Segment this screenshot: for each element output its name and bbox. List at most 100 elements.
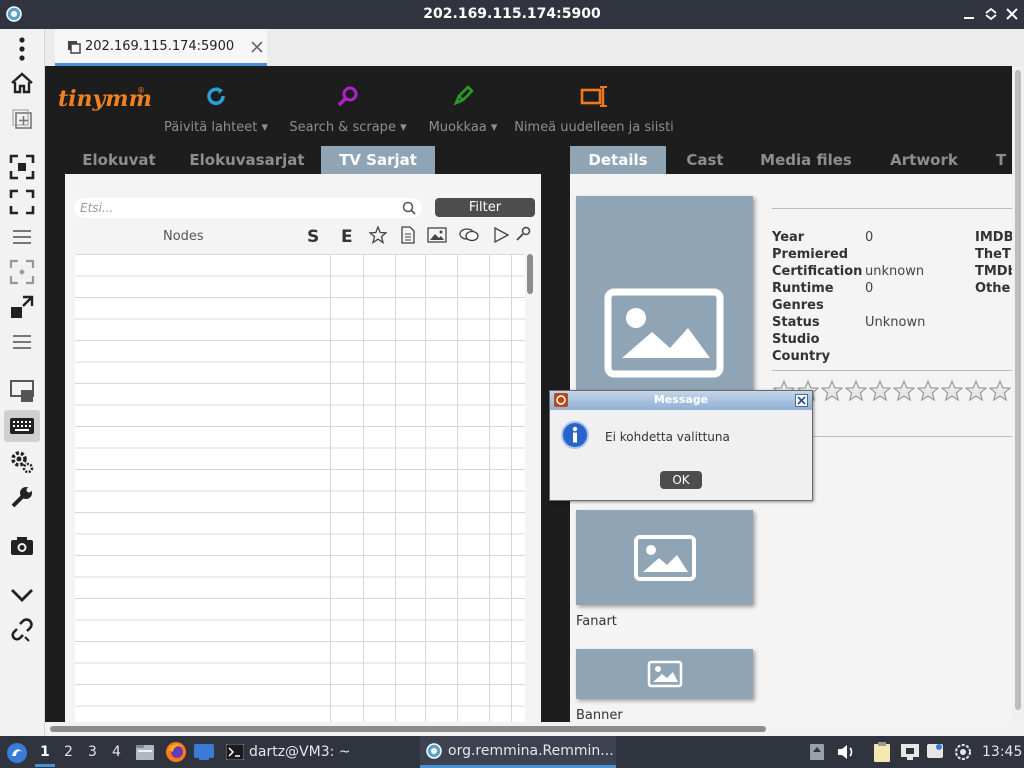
rating-star-icon[interactable] [917, 380, 939, 402]
dynamic-resolution-icon[interactable] [4, 256, 40, 288]
workspace-4[interactable]: 4 [112, 744, 121, 760]
workspace-2[interactable]: 2 [64, 744, 73, 760]
remote-vertical-scrollbar[interactable] [1012, 66, 1024, 722]
rating-star-icon[interactable] [989, 380, 1011, 402]
rename-cleanup-label: Nimeä uudelleen ja siisti [514, 120, 674, 135]
terminal-task[interactable]: dartz@VM3: ~ [220, 736, 410, 768]
search-scrape-button[interactable]: Search & scrape ▾ [285, 84, 411, 135]
remmina-toolbar [0, 29, 45, 736]
subtitles-speech-icon[interactable] [459, 227, 479, 243]
screenshot-camera-icon[interactable] [4, 530, 40, 562]
refresh-sources-button[interactable]: Päivitä lahteet ▾ [158, 84, 274, 135]
desktop-icon[interactable] [193, 743, 215, 761]
wrench-column-icon[interactable] [515, 226, 531, 242]
tab-truncated[interactable]: T [991, 146, 1011, 174]
volume-icon[interactable] [836, 743, 856, 761]
remote-horizontal-scrollbar-thumb[interactable] [50, 726, 766, 732]
artwork-image-icon[interactable] [427, 227, 447, 243]
remote-desktop-view[interactable]: tinymm ® Päivitä lahteet ▾ Search & scra… [45, 66, 1024, 722]
rating-star-icon[interactable] [369, 226, 387, 244]
tab-tv-shows[interactable]: TV Sarjat [321, 146, 435, 174]
rename-cleanup-button[interactable]: Nimeä uudelleen ja siisti [513, 84, 675, 135]
rating-star-icon[interactable] [941, 380, 963, 402]
menu-dots-icon[interactable] [4, 33, 40, 65]
dialog-close-icon[interactable] [795, 394, 808, 407]
rating-star-icon[interactable] [869, 380, 891, 402]
notification-icon[interactable] [926, 743, 944, 761]
tv-show-tree-table[interactable] [75, 254, 525, 722]
field-label: Studio [772, 332, 820, 347]
search-input[interactable]: Etsi... [74, 198, 422, 218]
tools-wrench-icon[interactable] [4, 481, 40, 513]
disconnect-icon[interactable] [4, 614, 40, 646]
field-label: Country [772, 349, 831, 364]
poster-placeholder[interactable] [576, 196, 753, 396]
tv-show-list-panel: Etsi... Filter Nodes S E [65, 174, 541, 722]
taskbar: 1 2 3 4 dartz@VM3: ~ org.remmina.Remmin.… [0, 736, 1024, 768]
tab-cast[interactable]: Cast [675, 146, 735, 174]
remote-horizontal-scrollbar[interactable] [45, 722, 1024, 736]
connection-tab[interactable]: 202.169.115.174:5900 [55, 29, 267, 66]
menu-lines-icon-2[interactable] [4, 326, 40, 358]
window-title: 202.169.115.174:5900 [423, 6, 601, 22]
workspace-3[interactable]: 3 [88, 744, 97, 760]
search-icon [337, 86, 358, 107]
nodes-column-header[interactable]: Nodes [163, 229, 204, 244]
file-manager-icon[interactable] [135, 742, 155, 762]
scaled-mode-icon[interactable] [4, 291, 40, 323]
menu-lines-icon[interactable] [4, 221, 40, 253]
field-label: Status [772, 315, 820, 330]
preferences-icon[interactable] [4, 446, 40, 478]
field-label: Runtime [772, 281, 834, 296]
episode-column-header[interactable]: E [341, 227, 353, 247]
ok-button[interactable]: OK [660, 471, 702, 489]
keyboard-grab-icon[interactable] [4, 410, 40, 442]
play-trailer-icon[interactable] [493, 227, 509, 243]
new-connection-icon[interactable] [4, 103, 40, 135]
fanart-placeholder[interactable] [576, 510, 753, 605]
maximize-icon[interactable] [984, 7, 998, 21]
logo-registered-mark: ® [137, 86, 145, 95]
rating-star-icon[interactable] [893, 380, 915, 402]
tab-movie-sets[interactable]: Elokuvasarjat [185, 146, 309, 174]
tab-movies[interactable]: Elokuvat [75, 146, 163, 174]
firefox-icon[interactable] [165, 741, 187, 763]
clock[interactable]: 13:45 [982, 744, 1022, 760]
chevron-down-icon[interactable] [4, 579, 40, 611]
nfo-document-icon[interactable] [401, 226, 415, 244]
terminal-icon [226, 744, 244, 760]
rating-star-icon[interactable] [821, 380, 843, 402]
remote-vertical-scrollbar-thumb[interactable] [1015, 70, 1021, 710]
dialog-titlebar: Message [550, 391, 812, 410]
rating-star-icon[interactable] [965, 380, 987, 402]
start-menu-icon[interactable] [6, 742, 28, 764]
fullscreen-icon[interactable] [4, 186, 40, 218]
tab-media-files[interactable]: Media files [751, 146, 861, 174]
network-wired-icon[interactable] [900, 743, 920, 761]
search-magnifier-icon [402, 201, 416, 215]
tree-scrollbar[interactable] [527, 254, 533, 294]
power-settings-icon[interactable] [954, 743, 972, 761]
edit-label: Muokkaa ▾ [428, 120, 498, 135]
field-value: Unknown [865, 315, 926, 330]
workspace-1[interactable]: 1 [40, 744, 50, 760]
season-column-header[interactable]: S [307, 227, 319, 247]
edit-button[interactable]: Muokkaa ▾ [423, 84, 503, 135]
field-value: 0 [865, 281, 874, 296]
fit-window-icon[interactable] [4, 151, 40, 183]
tab-artwork[interactable]: Artwork [881, 146, 967, 174]
tab-details[interactable]: Details [570, 146, 666, 174]
remmina-task[interactable]: org.remmina.Remmin... [420, 736, 616, 768]
multi-monitor-icon[interactable] [4, 375, 40, 407]
filter-button[interactable]: Filter [435, 198, 535, 217]
rating-star-icon[interactable] [845, 380, 867, 402]
close-icon[interactable] [1005, 7, 1019, 21]
field-label: Premiered [772, 247, 849, 262]
banner-placeholder[interactable] [576, 649, 753, 699]
tray-updates-icon[interactable] [808, 742, 826, 762]
minimize-icon[interactable] [962, 7, 976, 21]
clipboard-icon[interactable] [873, 741, 891, 763]
home-icon[interactable] [4, 67, 40, 99]
tab-close-icon[interactable] [251, 41, 263, 53]
field-value: 0 [865, 230, 874, 245]
